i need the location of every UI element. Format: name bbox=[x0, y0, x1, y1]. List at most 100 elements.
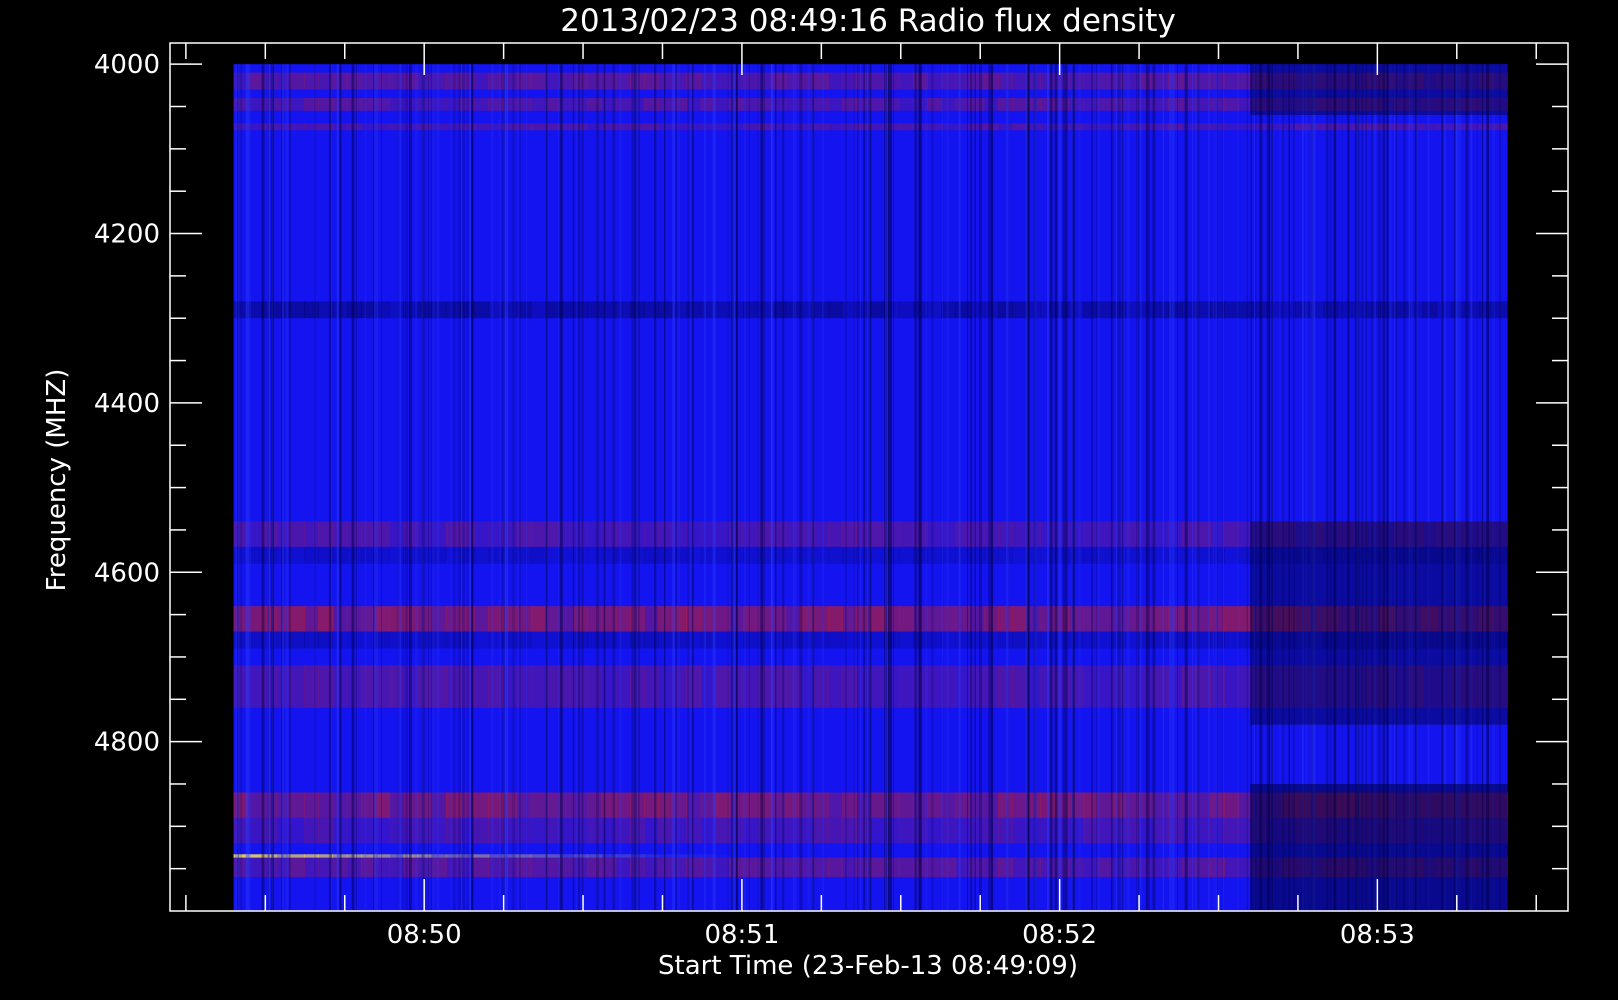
heatmap-band-cell bbox=[1082, 857, 1098, 878]
heatmap-band-cell bbox=[1012, 857, 1027, 878]
heatmap-band-cell bbox=[941, 72, 957, 90]
heatmap-band-cell bbox=[828, 521, 843, 547]
spectrogram-figure: 2013/02/23 08:49:16 Radio flux density 4… bbox=[0, 0, 1618, 1000]
heatmap-band-cell bbox=[417, 546, 433, 564]
heatmap-band-cell bbox=[1012, 123, 1027, 131]
heatmap-band-cell bbox=[813, 857, 829, 878]
heatmap-band-cell bbox=[304, 631, 319, 649]
heatmap-band-cell bbox=[304, 854, 319, 858]
heatmap-band-cell bbox=[1012, 98, 1027, 111]
heatmap-time-stripe bbox=[1196, 64, 1200, 912]
heatmap-band-cell bbox=[997, 123, 1013, 131]
heatmap-band-cell bbox=[573, 301, 588, 319]
heatmap-band-cell bbox=[530, 123, 546, 131]
heatmap-band-cell bbox=[474, 817, 489, 844]
heatmap-band-cell bbox=[941, 521, 957, 547]
heatmap-band-cell bbox=[644, 792, 659, 818]
heatmap-time-stripe bbox=[859, 64, 862, 912]
heatmap-band-cell bbox=[474, 631, 489, 649]
heatmap-time-stripe bbox=[743, 64, 746, 912]
heatmap-band-cell bbox=[1224, 857, 1240, 878]
heatmap-band-cell bbox=[927, 857, 942, 878]
heatmap-time-stripe bbox=[415, 64, 418, 912]
heatmap-band-cell bbox=[828, 301, 843, 319]
heatmap-time-stripe bbox=[526, 64, 528, 912]
heatmap-band-cell bbox=[417, 792, 433, 818]
heatmap-band-cell bbox=[686, 857, 702, 878]
heatmap-band-cell bbox=[927, 301, 942, 319]
heatmap-band-cell bbox=[658, 857, 673, 878]
heatmap-time-stripe bbox=[1146, 64, 1149, 912]
heatmap-band-cell bbox=[530, 606, 546, 632]
heatmap-band-cell bbox=[1068, 521, 1084, 547]
heatmap-time-stripe bbox=[942, 64, 944, 912]
heatmap-time-stripe bbox=[248, 64, 252, 912]
heatmap-band-cell bbox=[573, 665, 588, 708]
heatmap-band-cell bbox=[587, 521, 603, 547]
heatmap-band-cell bbox=[474, 854, 489, 858]
heatmap-time-stripe bbox=[1116, 64, 1118, 912]
heatmap-band-cell bbox=[1210, 665, 1226, 708]
heatmap-band-cell bbox=[1493, 123, 1509, 131]
heatmap-band-cell bbox=[290, 546, 305, 564]
heatmap-time-stripe bbox=[267, 64, 269, 912]
heatmap-time-stripe bbox=[239, 64, 243, 912]
heatmap-time-stripe bbox=[1071, 64, 1073, 912]
heatmap-time-stripe bbox=[558, 64, 559, 912]
heatmap-band-cell bbox=[813, 546, 829, 564]
heatmap-band-cell bbox=[898, 72, 914, 90]
heatmap-time-stripe bbox=[501, 64, 503, 912]
heatmap-time-stripe bbox=[331, 64, 333, 912]
heatmap-band-cell bbox=[927, 631, 942, 649]
heatmap-time-stripe bbox=[374, 64, 377, 912]
heatmap-time-stripe bbox=[1058, 64, 1062, 912]
heatmap-band-cell bbox=[714, 72, 730, 90]
heatmap-time-stripe bbox=[863, 64, 865, 912]
heatmap-band-cell bbox=[997, 98, 1013, 111]
heatmap-band-cell bbox=[1082, 546, 1098, 564]
heatmap-time-stripe bbox=[595, 64, 599, 912]
heatmap-band-cell bbox=[644, 606, 659, 632]
heatmap-band-cell bbox=[1210, 98, 1226, 111]
heatmap-band-cell bbox=[615, 123, 631, 131]
heatmap-band-cell bbox=[1422, 301, 1438, 319]
heatmap-band-cell bbox=[304, 301, 319, 319]
heatmap-time-stripe bbox=[336, 64, 339, 912]
heatmap-band-cell bbox=[658, 817, 673, 844]
heatmap-time-stripe bbox=[518, 64, 521, 912]
heatmap-time-stripe bbox=[467, 64, 469, 912]
heatmap-band-cell bbox=[1224, 123, 1240, 131]
heatmap-band-cell bbox=[530, 817, 546, 844]
heatmap-band-cell bbox=[828, 606, 843, 632]
heatmap-time-stripe bbox=[1137, 64, 1138, 912]
heatmap-time-stripe bbox=[1213, 64, 1215, 912]
heatmap-time-stripe bbox=[1222, 64, 1224, 912]
heatmap-band-cell bbox=[686, 72, 702, 90]
heatmap-band-cell bbox=[870, 665, 886, 708]
heatmap-band-cell bbox=[573, 854, 588, 858]
heatmap-band-cell bbox=[686, 98, 702, 111]
y-tick-label: 4600 bbox=[94, 558, 160, 588]
heatmap-time-stripe bbox=[436, 64, 440, 912]
y-tick-label: 4200 bbox=[94, 220, 160, 250]
heatmap-band-cell bbox=[1224, 631, 1240, 649]
heatmap-band-cell bbox=[842, 792, 857, 818]
heatmap-band-cell bbox=[927, 98, 942, 111]
heatmap-band-cell bbox=[813, 301, 829, 319]
heatmap-band-cell bbox=[870, 606, 886, 632]
heatmap-band-cell bbox=[1182, 817, 1197, 844]
heatmap-band-cell bbox=[658, 521, 673, 547]
heatmap-band-cell bbox=[997, 546, 1013, 564]
heatmap-band-cell bbox=[644, 631, 659, 649]
heatmap-band-cell bbox=[1012, 521, 1027, 547]
heatmap-band-cell bbox=[927, 72, 942, 90]
heatmap-band-cell bbox=[1068, 665, 1084, 708]
heatmap-band-cell bbox=[304, 72, 319, 90]
heatmap-band-cell bbox=[714, 631, 730, 649]
heatmap-band-cell bbox=[615, 817, 631, 844]
heatmap-band-cell bbox=[714, 98, 730, 111]
heatmap-time-stripe bbox=[845, 64, 847, 912]
heatmap-band-cell bbox=[1337, 123, 1353, 131]
heatmap-band-cell bbox=[1224, 546, 1240, 564]
heatmap-time-stripe bbox=[1215, 64, 1218, 912]
